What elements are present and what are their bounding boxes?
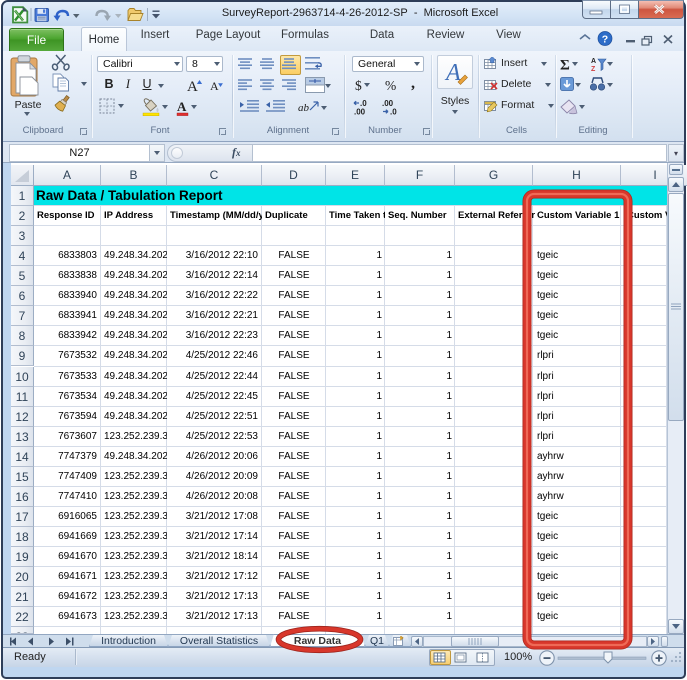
svg-text:Σ: Σ [560, 58, 570, 74]
svg-text:.0: .0 [390, 108, 397, 117]
svg-text:ab: ab [298, 102, 310, 114]
svg-text:A: A [591, 58, 596, 65]
svg-text:Z: Z [591, 66, 596, 73]
svg-text:%: % [385, 78, 396, 93]
svg-text:$: $ [355, 78, 362, 93]
svg-text:A: A [177, 99, 187, 114]
svg-text:?: ? [602, 34, 608, 46]
svg-text:A: A [210, 79, 219, 93]
svg-text:.00: .00 [354, 108, 366, 117]
svg-text:,: , [411, 76, 415, 92]
svg-text:A: A [187, 79, 198, 94]
